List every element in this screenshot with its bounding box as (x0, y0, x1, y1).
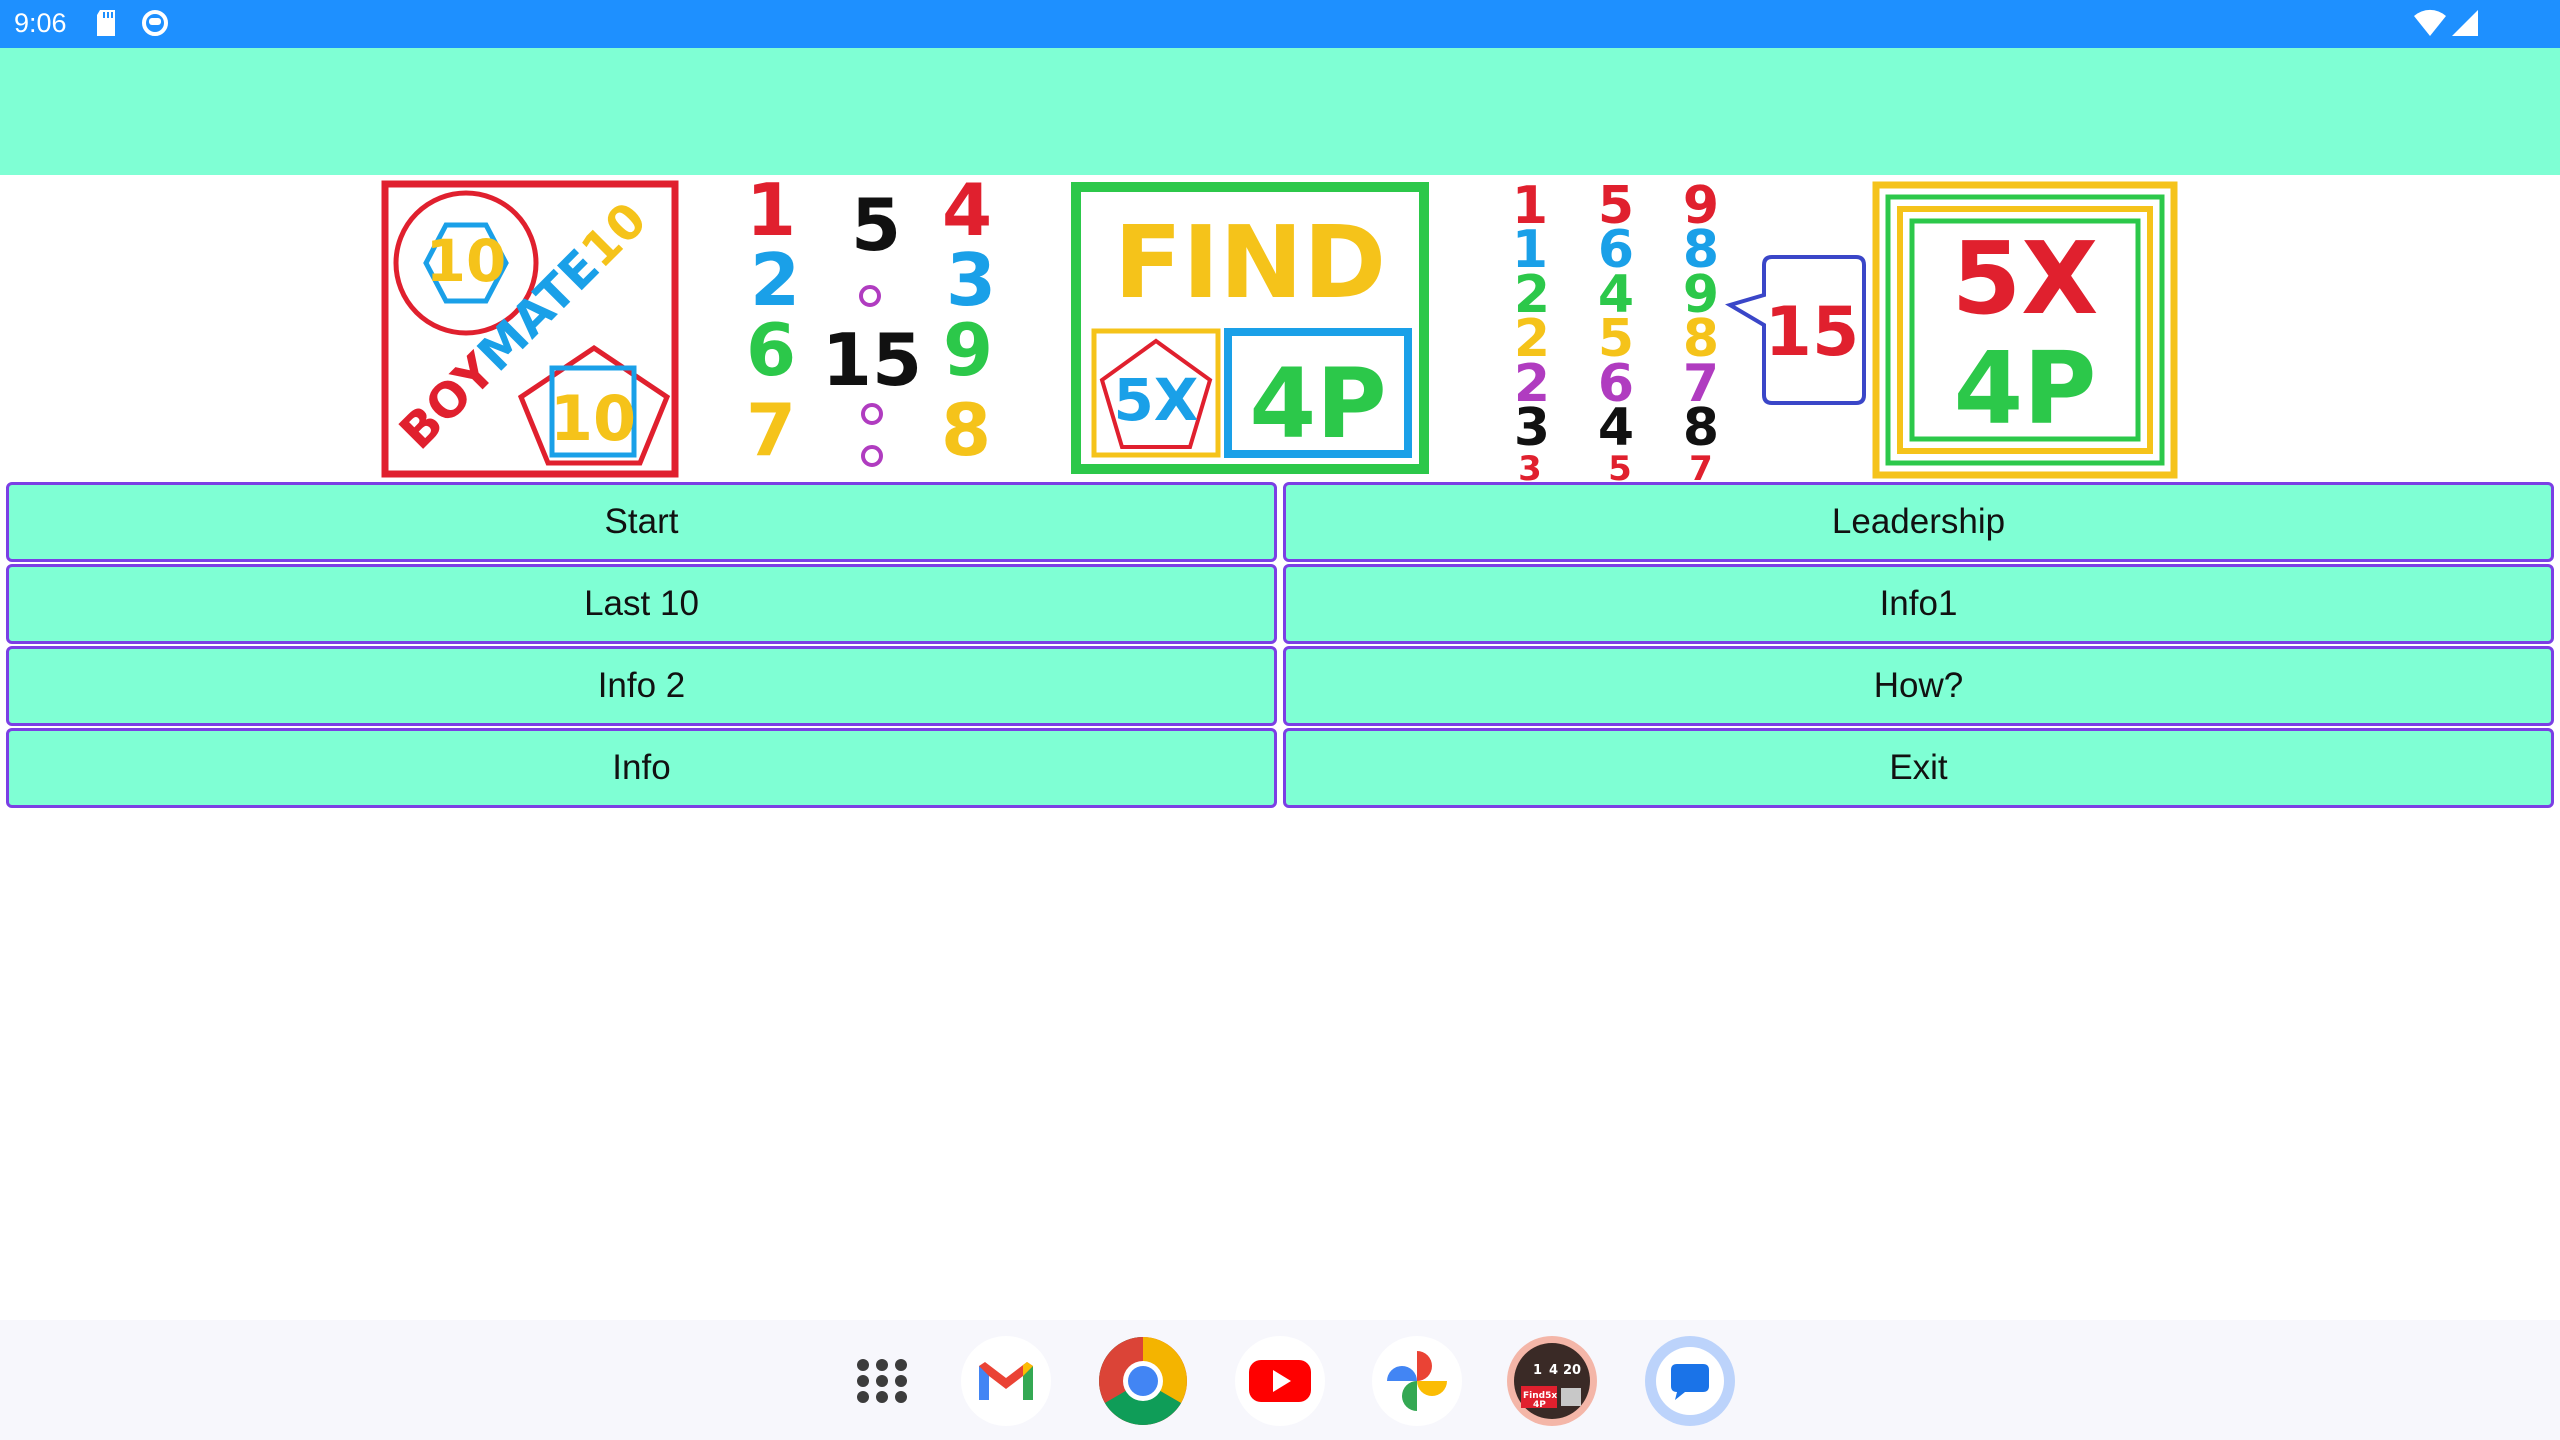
gmail-icon[interactable] (961, 1336, 1051, 1426)
svg-text:3: 3 (1518, 449, 1542, 485)
svg-text:4P: 4P (1954, 330, 2097, 447)
boymate10-logo: 10 10 BOYMATE10 (381, 180, 679, 478)
app-drawer-icon[interactable] (837, 1336, 927, 1426)
youtube-icon[interactable] (1235, 1336, 1325, 1426)
find5x4p-icon[interactable]: 1 4 20 Find5x 4P (1507, 1336, 1597, 1426)
number-puzzle-1: 1 2 6 7 5 15 4 3 9 8 (746, 175, 996, 472)
5x-4p-logo: 5X 4P (1872, 181, 2178, 479)
svg-text:FIND: FIND (1114, 204, 1386, 321)
status-bar: 9:06 (0, 0, 2560, 48)
svg-text:8: 8 (941, 388, 991, 472)
svg-text:15: 15 (822, 318, 922, 402)
info1-button[interactable]: Info1 (1283, 564, 2554, 644)
svg-text:20: 20 (1563, 1363, 1581, 1378)
svg-text:4P: 4P (1533, 1400, 1546, 1410)
svg-text:1: 1 (1533, 1363, 1542, 1378)
find-5x-4p-logo: FIND 5X 4P (1071, 182, 1429, 474)
info-button[interactable]: Info (6, 728, 1277, 808)
app-bar (0, 48, 2560, 175)
leadership-button[interactable]: Leadership (1283, 482, 2554, 562)
svg-text:5: 5 (1608, 449, 1632, 485)
number-puzzle-2: 1 1 2 2 2 3 3 5 6 4 5 6 4 5 9 8 9 8 7 8 … (1512, 176, 1866, 485)
signal-icon (2450, 8, 2480, 43)
how-button[interactable]: How? (1283, 646, 2554, 726)
svg-text:9: 9 (943, 308, 993, 392)
pentagon-number: 10 (550, 382, 636, 455)
svg-text:4P: 4P (1249, 348, 1386, 460)
hexagon-number: 10 (426, 227, 507, 295)
exit-button[interactable]: Exit (1283, 728, 2554, 808)
wifi-icon (2412, 8, 2448, 43)
start-button[interactable]: Start (6, 482, 1277, 562)
bubble-number: 15 (1765, 293, 1860, 372)
svg-text:7: 7 (746, 388, 796, 472)
svg-text:5X: 5X (1952, 220, 2099, 337)
svg-text:5: 5 (851, 183, 901, 267)
header-banner: 10 10 BOYMATE10 1 2 6 7 5 15 4 3 9 8 FIN… (0, 175, 2560, 485)
svg-text:7: 7 (1689, 449, 1713, 485)
svg-text:5X: 5X (1113, 366, 1198, 434)
status-time: 9:06 (14, 8, 67, 38)
menu-grid: Start Leadership Last 10 Info1 Info 2 Ho… (6, 482, 2554, 808)
messages-icon[interactable] (1645, 1336, 1735, 1426)
sync-icon (140, 8, 170, 43)
photos-icon[interactable] (1372, 1336, 1462, 1426)
info-2-button[interactable]: Info 2 (6, 646, 1277, 726)
last-10-button[interactable]: Last 10 (6, 564, 1277, 644)
sd-card-icon (95, 8, 117, 43)
svg-text:4: 4 (1549, 1363, 1558, 1378)
chrome-icon[interactable] (1098, 1336, 1188, 1426)
svg-text:6: 6 (746, 308, 796, 392)
